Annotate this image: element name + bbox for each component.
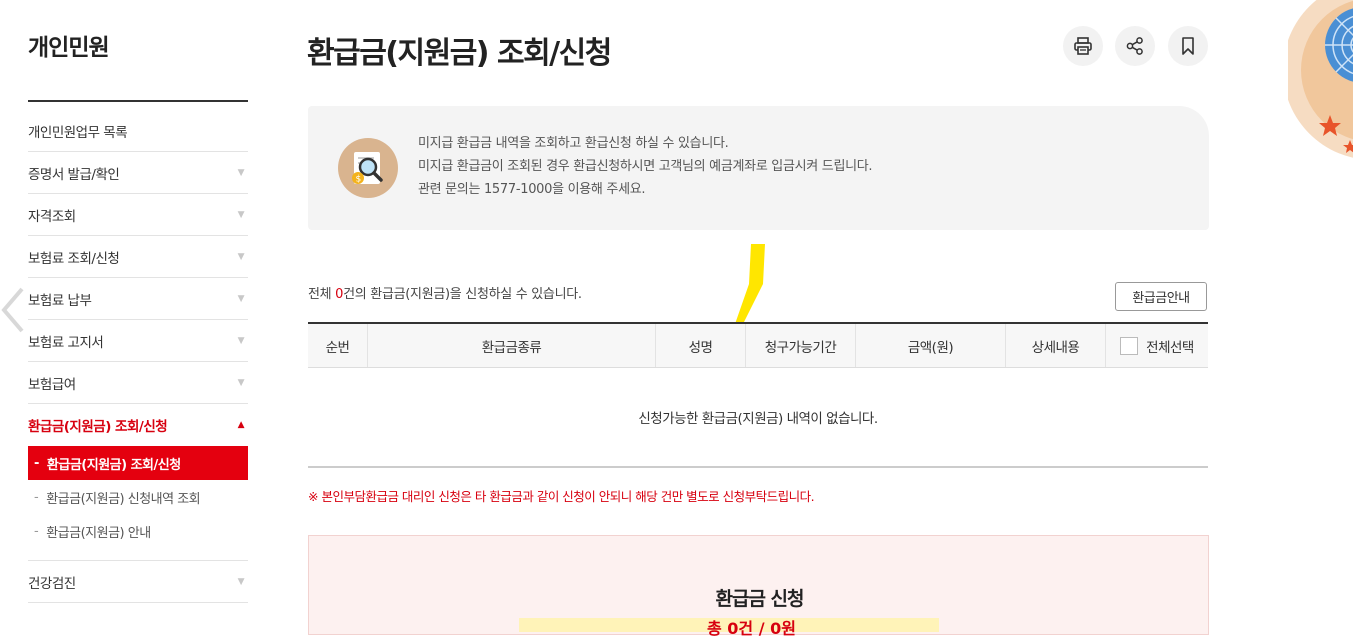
sidebar-item-label: 증명서 발급/확인 [28,166,120,183]
refund-apply-section: 환급금 신청 총 0건 / 0원 [308,535,1209,638]
sidebar-item-health-checkup[interactable]: 건강검진 ▼ [28,561,248,603]
select-all-checkbox[interactable] [1120,336,1139,355]
sidebar-item-label: 건강검진 [28,575,76,592]
refund-guide-button[interactable]: 환급금안내 [1115,282,1207,311]
svg-text:$: $ [356,175,362,185]
page-title: 환급금(지원금) 조회/신청 [307,36,612,71]
sidebar-item-certificates[interactable]: 증명서 발급/확인 ▼ [28,152,248,194]
sidebar-item-label: 자격조회 [28,208,76,225]
col-select-all[interactable]: 전체선택 [1106,324,1208,367]
sidebar-subitem-label: 환급금(지원금) 신청내역 조회 [46,491,201,507]
chevron-down-icon: ▼ [237,209,245,220]
apply-summary: 총 0건 / 0원 [707,619,796,638]
bullet-dash: - [34,455,39,471]
sidebar-divider [28,100,248,102]
chevron-down-icon: ▼ [237,576,245,587]
sidebar-item-premium-bill[interactable]: 보험료 고지서 ▼ [28,320,248,362]
sidebar-item-complaint-list[interactable]: 개인민원업무 목록 [28,110,248,152]
print-button[interactable] [1063,26,1103,66]
sidebar-subitem-refund-history[interactable]: - 환급금(지원금) 신청내역 조회 [28,480,248,514]
col-claim-period: 청구가능기간 [746,324,856,367]
count-prefix: 전체 [308,287,336,302]
share-icon [1126,37,1143,55]
chevron-down-icon: ▼ [237,251,245,262]
count-suffix: 건의 환급금(지원금)을 신청하실 수 있습니다. [343,287,582,302]
table-header: 순번 환급금종류 성명 청구가능기간 금액(원) 상세내용 전체선택 [308,322,1208,368]
sidebar-item-refund[interactable]: 환급금(지원금) 조회/신청 ▲ [28,404,248,446]
bookmark-icon [1182,37,1194,55]
chevron-up-icon: ▲ [237,420,245,430]
sidebar-item-premium-payment[interactable]: 보험료 납부 ▼ [28,278,248,320]
refund-count-text: 전체 0건의 환급금(지원금)을 신청하실 수 있습니다. [308,283,582,302]
sidebar-item-label: 보험료 조회/신청 [28,250,120,267]
share-button[interactable] [1115,26,1155,66]
sidebar-item-benefits[interactable]: 보험급여 ▼ [28,362,248,404]
select-all-label: 전체선택 [1146,339,1194,356]
highlight-marker [735,244,765,324]
sidebar-subitem-label: 환급금(지원금) 조회/신청 [46,457,181,473]
sidebar-item-premium-inquiry[interactable]: 보험료 조회/신청 ▼ [28,236,248,278]
table-empty-message: 신청가능한 환급금(지원금) 내역이 없습니다. [308,368,1208,468]
col-refund-type: 환급금종류 [368,324,656,367]
sidebar-subitem-label: 환급금(지원금) 안내 [46,525,151,541]
sidebar-menu: 개인민원업무 목록 증명서 발급/확인 ▼ 자격조회 ▼ 보험료 조회/신청 ▼… [28,110,248,603]
bullet-dash: - [34,523,39,539]
sidebar-title: 개인민원 [28,35,110,61]
refund-count: 0 [335,287,344,302]
info-box: $ 미지급 환급금 내역을 조회하고 환급신청 하실 수 있습니다. 미지급 환… [308,106,1209,230]
apply-title: 환급금 신청 [715,588,804,610]
refund-search-icon: $ [338,138,398,198]
bookmark-button[interactable] [1168,26,1208,66]
col-detail: 상세내용 [1006,324,1106,367]
decorative-banner-image [1288,0,1353,158]
chevron-down-icon: ▼ [237,377,245,388]
chevron-down-icon: ▼ [237,335,245,346]
sidebar-item-label: 개인민원업무 목록 [28,124,128,141]
col-number: 순번 [308,324,368,367]
chevron-left-icon[interactable] [0,285,26,335]
info-text: 미지급 환급금 내역을 조회하고 환급신청 하실 수 있습니다. 미지급 환급금… [418,132,873,201]
sidebar-submenu: - 환급금(지원금) 조회/신청 - 환급금(지원금) 신청내역 조회 - 환급… [28,446,248,561]
sidebar-item-label: 보험급여 [28,376,76,393]
refund-table: 순번 환급금종류 성명 청구가능기간 금액(원) 상세내용 전체선택 신청가능한… [308,322,1208,468]
notice-text: ※ 본인부담환급금 대리인 신청은 타 환급금과 같이 신청이 안되니 해당 건… [308,489,815,504]
info-line: 미지급 환급금 내역을 조회하고 환급신청 하실 수 있습니다. [418,136,729,151]
bullet-dash: - [34,489,39,505]
sidebar-item-label: 보험료 납부 [28,292,92,309]
col-amount: 금액(원) [856,324,1006,367]
info-line: 관련 문의는 1577-1000을 이용해 주세요. [418,182,646,197]
chevron-down-icon: ▼ [237,167,245,178]
sidebar-subitem-refund-guide[interactable]: - 환급금(지원금) 안내 [28,514,248,548]
apply-summary-highlight: 총 0건 / 0원 [519,618,939,638]
sidebar-item-eligibility[interactable]: 자격조회 ▼ [28,194,248,236]
sidebar-subitem-refund-inquiry[interactable]: - 환급금(지원금) 조회/신청 [28,446,248,480]
sidebar-item-label: 보험료 고지서 [28,334,104,351]
col-name: 성명 [656,324,746,367]
sidebar-item-label: 환급금(지원금) 조회/신청 [28,419,168,435]
print-icon [1074,37,1092,55]
info-line: 미지급 환급금이 조회된 경우 환급신청하시면 고객님의 예금계좌로 입금시켜 … [418,159,873,174]
chevron-down-icon: ▼ [237,293,245,304]
